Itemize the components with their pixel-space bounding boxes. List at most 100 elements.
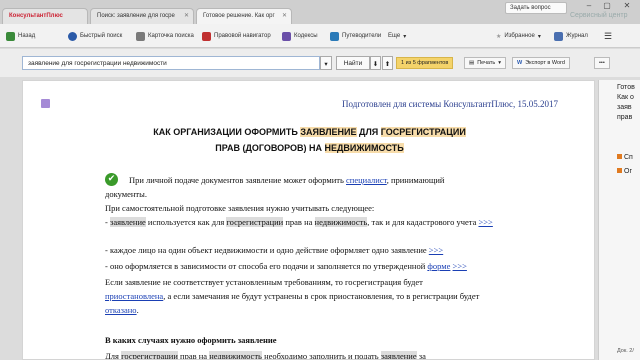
tab-label: Поиск: заявление для госре bbox=[97, 13, 175, 19]
square-icon bbox=[617, 154, 622, 159]
navigator-label: Правовой навигатор bbox=[214, 33, 271, 39]
document-view: Подготовлен для системы КонсультантПлюс,… bbox=[22, 80, 595, 360]
guides-button[interactable]: Путеводители bbox=[330, 30, 381, 42]
codes-button[interactable]: Кодексы bbox=[282, 30, 318, 42]
close-icon[interactable]: ✕ bbox=[184, 12, 189, 19]
link-refused[interactable]: отказано bbox=[105, 305, 137, 315]
menu-button[interactable]: ☰ bbox=[604, 30, 612, 42]
more-actions-button[interactable]: ••• bbox=[594, 57, 610, 69]
dots-icon: ••• bbox=[599, 60, 605, 66]
square-icon bbox=[617, 168, 622, 173]
print-icon: ▤ bbox=[469, 60, 475, 66]
right-title: Готов bbox=[617, 84, 635, 91]
more-link[interactable]: >>> bbox=[478, 217, 492, 227]
para-text: используется как для bbox=[145, 217, 227, 227]
service-center-label: Сервисный центр bbox=[570, 12, 628, 19]
doc-title-line-1: КАК ОРГАНИЗАЦИИ ОФОРМИТЬ ЗАЯВЛЕНИЕ ДЛЯ Г… bbox=[23, 127, 594, 137]
doc-title-line-2: ПРАВ (ДОГОВОРОВ) НА НЕДВИЖИМОСТЬ bbox=[23, 143, 594, 153]
back-arrow-icon bbox=[6, 31, 15, 41]
para-text: , а если замечания не будут устранены в … bbox=[163, 291, 480, 301]
print-button[interactable]: ▤ Печать ▾ bbox=[464, 57, 506, 69]
ask-question-button[interactable]: Задать вопрос bbox=[505, 2, 567, 14]
print-label: Печать bbox=[477, 60, 496, 66]
link-suspended[interactable]: приостановлена bbox=[105, 291, 163, 301]
find-next-button[interactable]: ⬇ bbox=[370, 56, 381, 70]
chevron-down-icon: ▾ bbox=[537, 33, 541, 40]
find-button[interactable]: Найти bbox=[336, 56, 370, 70]
quick-search-button[interactable]: Быстрый поиск bbox=[68, 30, 122, 42]
paragraph-3-cont: приостановлена, а если замечания не буду… bbox=[105, 291, 479, 301]
journal-button[interactable]: Журнал bbox=[554, 30, 588, 42]
tab-bar: КонсультантПлюс Поиск: заявление для гос… bbox=[0, 0, 640, 24]
right-link-label: Сп bbox=[624, 154, 633, 161]
link-form[interactable]: форме bbox=[427, 261, 450, 271]
bullet-3: - оно оформляется в зависимости от спосо… bbox=[105, 261, 467, 271]
close-window-icon[interactable]: ✕ bbox=[620, 1, 634, 11]
right-link-label: Ог bbox=[624, 168, 632, 175]
para-text: Если заявление не соответствует установл… bbox=[105, 277, 423, 287]
codes-icon bbox=[282, 31, 291, 41]
favorites-button[interactable]: ★ Избранное ▾ bbox=[496, 30, 541, 42]
tab-label: КонсультантПлюс bbox=[9, 13, 63, 19]
find-prev-button[interactable]: ⬆ bbox=[382, 56, 393, 70]
paragraph-2: При самостоятельной подготовке заявления… bbox=[105, 203, 375, 213]
bullet-2: - каждое лицо на один объект недвижимост… bbox=[105, 245, 443, 255]
link-specialist[interactable]: специалист bbox=[346, 175, 387, 185]
back-button[interactable]: Назад bbox=[6, 30, 35, 42]
legal-navigator-button[interactable]: Правовой навигатор bbox=[202, 30, 271, 42]
document-info-icon[interactable] bbox=[41, 99, 50, 108]
right-link-1[interactable]: Сп bbox=[617, 154, 633, 161]
para-text: . bbox=[136, 305, 139, 315]
guides-label: Путеводители bbox=[342, 33, 382, 39]
more-button[interactable]: Еще ▾ bbox=[388, 30, 406, 42]
para-text: - каждое лицо на один объект недвижимост… bbox=[105, 245, 429, 255]
title-highlight: НЕДВИЖИМОСТЬ bbox=[324, 143, 404, 153]
right-title: заяв bbox=[617, 104, 632, 111]
para-text: Для bbox=[105, 351, 122, 360]
paragraph-4: Для госрегистрации прав на недвижимость … bbox=[105, 351, 426, 360]
title-highlight: ЗАЯВЛЕНИЕ bbox=[300, 127, 357, 137]
para-text: прав на bbox=[177, 351, 210, 360]
star-icon: ★ bbox=[496, 33, 502, 40]
search-hit: госрегистрации bbox=[121, 351, 178, 360]
para-text: - оно оформляется в зависимости от спосо… bbox=[105, 261, 428, 271]
para-text: , принимающий bbox=[386, 175, 445, 185]
card-search-icon bbox=[136, 31, 145, 41]
search-bar: заявление для госрегистрации недвижимост… bbox=[0, 49, 640, 77]
fragments-found-badge: 1 из 5 фрагментов bbox=[396, 57, 454, 69]
card-search-button[interactable]: Карточка поиска bbox=[136, 30, 194, 42]
paragraph-1-cont: документы. bbox=[105, 189, 147, 199]
export-label: Экспорт в Word bbox=[525, 60, 565, 66]
tab-consultant[interactable]: КонсультантПлюс bbox=[2, 8, 88, 24]
minimize-icon[interactable]: – bbox=[582, 1, 596, 11]
codes-label: Кодексы bbox=[294, 33, 318, 39]
close-icon[interactable]: ✕ bbox=[282, 12, 287, 19]
search-icon bbox=[68, 31, 77, 41]
maximize-icon[interactable]: ▢ bbox=[600, 1, 614, 11]
chevron-down-icon: ▾ bbox=[498, 60, 501, 66]
tab-search[interactable]: Поиск: заявление для госре ✕ bbox=[90, 8, 194, 24]
export-word-button[interactable]: W Экспорт в Word bbox=[512, 57, 570, 69]
doc-counter: Док. 2/ bbox=[617, 348, 634, 354]
para-text: , так и для кадастрового учета bbox=[367, 217, 479, 227]
title-text: ПРАВ (ДОГОВОРОВ) НА bbox=[215, 143, 325, 153]
search-dropdown-button[interactable]: ▾ bbox=[320, 56, 332, 70]
find-label: Найти bbox=[343, 60, 363, 67]
guides-icon bbox=[330, 31, 339, 41]
chevron-down-icon: ▾ bbox=[324, 61, 328, 68]
tab-document[interactable]: Готовое решение. Как орг ✕ bbox=[196, 8, 292, 24]
more-link[interactable]: >>> bbox=[429, 245, 443, 255]
more-label: Еще bbox=[388, 33, 401, 39]
para-text: необходимо заполнить и подать bbox=[261, 351, 381, 360]
journal-label: Журнал bbox=[566, 33, 588, 39]
favorites-label: Избранное bbox=[504, 33, 535, 39]
quick-search-label: Быстрый поиск bbox=[80, 33, 123, 39]
more-link[interactable]: >>> bbox=[453, 261, 467, 271]
menu-icon: ☰ bbox=[604, 30, 613, 41]
title-text: КАК ОРГАНИЗАЦИИ ОФОРМИТЬ bbox=[153, 127, 301, 137]
right-link-2[interactable]: Ог bbox=[617, 168, 632, 175]
search-input[interactable]: заявление для госрегистрации недвижимост… bbox=[22, 56, 320, 70]
bullet-1: - заявление используется как для госреги… bbox=[105, 217, 493, 227]
paragraph-3: Если заявление не соответствует установл… bbox=[105, 275, 559, 289]
navigator-icon bbox=[202, 31, 211, 41]
